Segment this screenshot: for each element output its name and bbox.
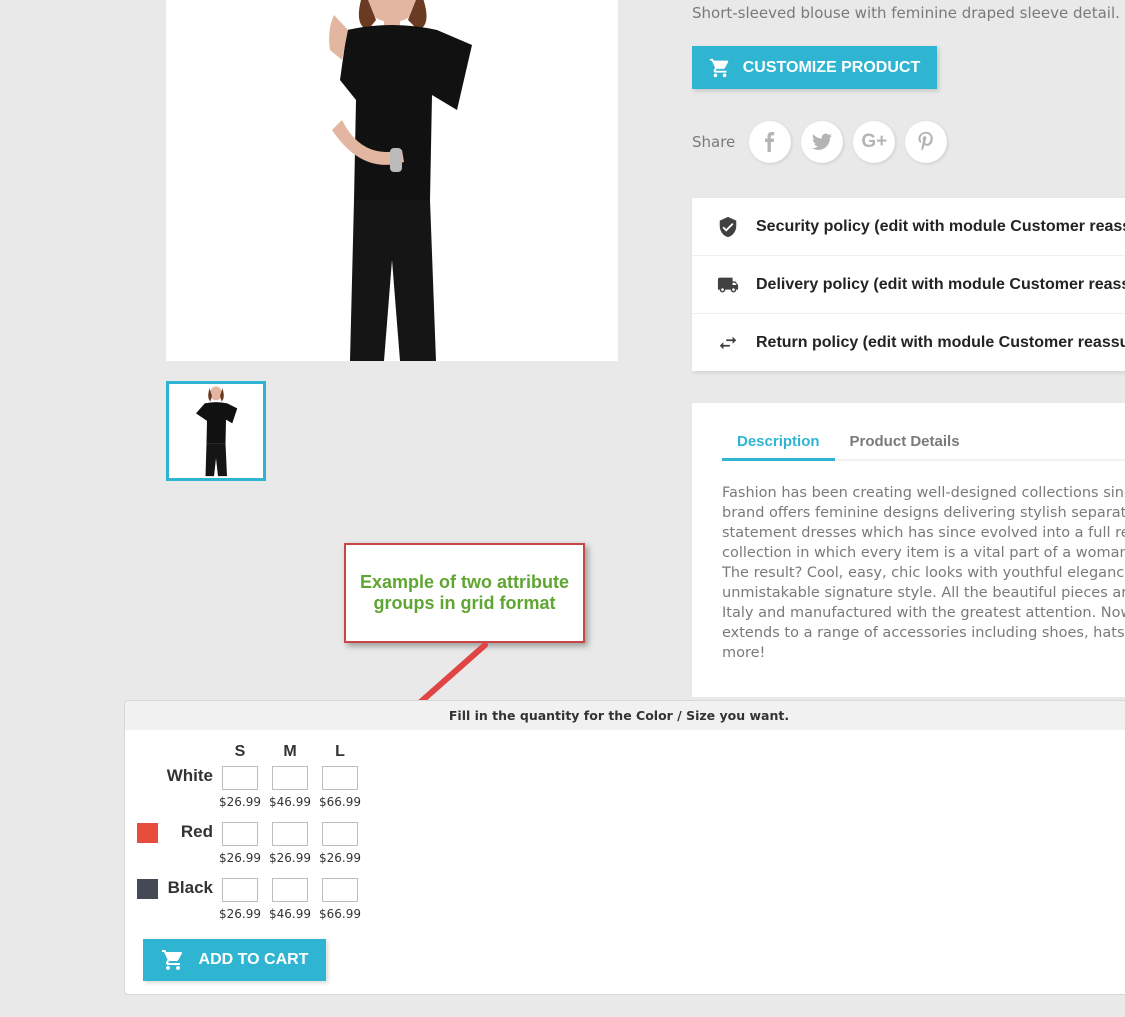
color-label-black: Black [167,878,213,897]
description-line: brand offers feminine designs delivering… [722,505,1125,521]
color-label-red: Red [180,822,213,841]
google-plus-share-button[interactable]: G+ [853,121,896,163]
reassurance-return: Return policy (edit with module Customer… [692,314,1125,372]
qty-input-white-s[interactable] [222,766,258,790]
size-header-l: L [335,743,345,760]
description-text: Fashion has been creating well-designed … [722,483,1125,663]
cart-icon [161,950,182,970]
black-swatch [137,879,158,899]
customize-product-button[interactable]: CUSTOMIZE PRODUCT [692,46,937,89]
grid-cell: $66.99 [317,878,363,921]
description-line: unmistakable signature style. All the be… [722,585,1125,601]
model-figure [329,0,472,361]
grid-row-black: Black $26.99 $46.99 $66.99 [125,878,525,934]
qty-input-red-l[interactable] [322,822,358,846]
annotation-callout: Example of two attribute groups in grid … [344,543,585,643]
grid-row-white: White $26.99 $46.99 $66.99 [125,766,525,822]
add-to-cart-label: ADD TO CART [198,951,309,968]
pinterest-icon [918,131,934,151]
tab-product-details[interactable]: Product Details [835,431,975,461]
color-label-white: White [166,766,213,785]
grid-cell: $26.99 [217,878,263,921]
price-white-s: $26.99 [219,795,261,809]
red-swatch [137,823,158,843]
pinterest-share-button[interactable] [905,121,948,163]
attribute-grid-panel: Fill in the quantity for the Color / Siz… [124,700,1125,995]
facebook-icon [765,132,775,152]
grid-row-red: Red $26.99 $26.99 $26.99 [125,822,525,878]
customize-product-label: CUSTOMIZE PRODUCT [742,58,921,76]
truck-icon [716,273,740,297]
product-tabs: Description Product Details [722,431,1125,461]
swap-arrows-icon [716,331,740,355]
reassurance-security: Security policy (edit with module Custom… [692,198,1125,256]
twitter-icon [812,133,833,150]
facebook-share-button[interactable] [749,121,792,163]
product-tabs-panel: Description Product Details Fashion has … [692,403,1125,697]
description-line: statement dresses which has since evolve… [722,525,1125,541]
qty-input-white-l[interactable] [322,766,358,790]
description-line: Fashion has been creating well-designed … [722,485,1125,501]
reassurance-delivery-text: Delivery policy (edit with module Custom… [756,275,1125,293]
cart-icon [709,58,729,77]
grid-cell: $26.99 [317,822,363,865]
grid-cell: $26.99 [267,822,313,865]
google-plus-icon: G+ [861,131,888,152]
grid-cell: $46.99 [267,878,313,921]
size-header-s: S [234,743,246,760]
price-black-s: $26.99 [219,907,261,921]
price-black-l: $66.99 [319,907,361,921]
description-line: collection in which every item is a vita… [722,545,1125,561]
reassurance-delivery: Delivery policy (edit with module Custom… [692,256,1125,314]
qty-input-black-m[interactable] [272,878,308,902]
description-line: The result? Cool, easy, chic looks with … [722,565,1125,581]
product-short-description: Short-sleeved blouse with feminine drape… [692,4,1120,22]
qty-input-white-m[interactable] [272,766,308,790]
qty-input-red-s[interactable] [222,822,258,846]
description-line: Italy and manufactured with the greatest… [722,605,1125,621]
twitter-share-button[interactable] [801,121,844,163]
qty-input-black-l[interactable] [322,878,358,902]
share-label: Share [692,133,736,151]
price-red-l: $26.99 [319,851,361,865]
grid-header: Fill in the quantity for the Color / Siz… [125,701,1125,730]
qty-input-red-m[interactable] [272,822,308,846]
description-line: extends to a range of accessories includ… [722,625,1125,641]
grid-cell: $66.99 [317,766,363,809]
grid-cell: $46.99 [267,766,313,809]
product-thumbnail[interactable] [166,381,266,481]
price-white-l: $66.99 [319,795,361,809]
add-to-cart-button[interactable]: ADD TO CART [143,939,326,981]
reassurance-return-text: Return policy (edit with module Customer… [756,334,1125,351]
price-red-s: $26.99 [219,851,261,865]
qty-input-black-s[interactable] [222,878,258,902]
reassurance-security-text: Security policy (edit with module Custom… [756,217,1125,235]
tab-description[interactable]: Description [722,431,835,461]
shield-check-icon [716,215,740,239]
size-header-m: M [283,743,297,760]
price-red-m: $26.99 [269,851,311,865]
price-white-m: $46.99 [269,795,311,809]
description-line: more! [722,645,766,661]
grid-cell: $26.99 [217,822,263,865]
grid-cell: $26.99 [217,766,263,809]
reassurance-block: Security policy (edit with module Custom… [692,198,1125,371]
product-main-image[interactable] [166,0,618,361]
model-thumbnail-figure [196,386,238,477]
share-row: Share G+ [692,121,948,163]
price-black-m: $46.99 [269,907,311,921]
